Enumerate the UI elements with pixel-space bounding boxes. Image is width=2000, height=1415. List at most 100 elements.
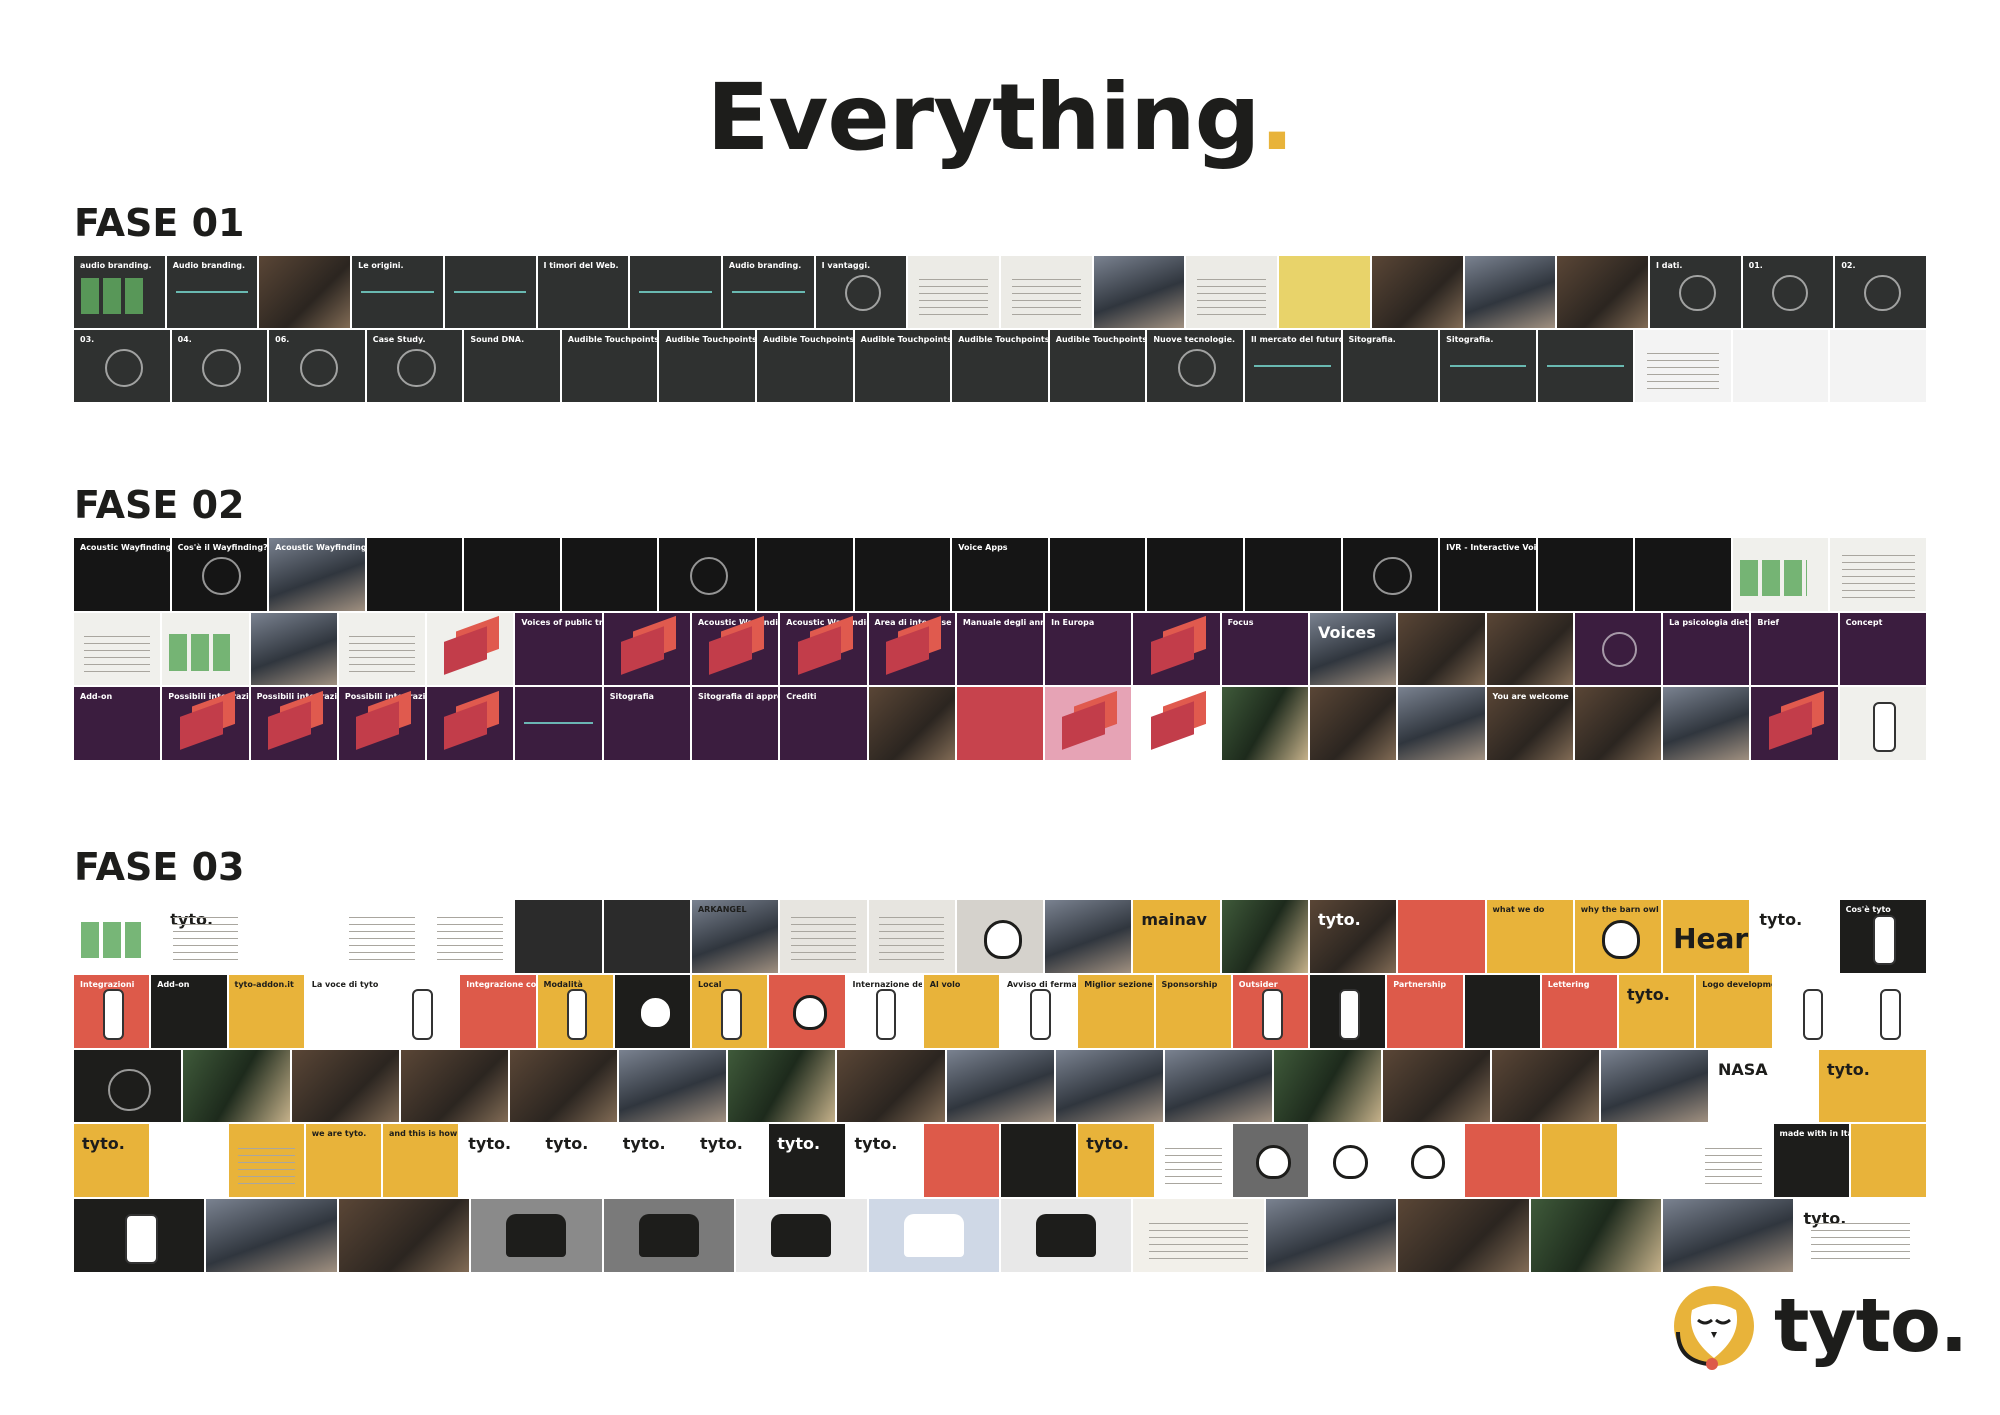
slide-thumbnail: Audible Touchpoints. bbox=[854, 330, 951, 402]
slide-thumbnail: Audio branding. bbox=[722, 256, 814, 328]
slide-thumbnail-label: Local bbox=[698, 979, 722, 989]
slide-thumbnail-label: Possibili integrazioni bbox=[168, 692, 249, 702]
slide-thumbnail: tyto. bbox=[614, 1124, 690, 1198]
slide-thumbnail bbox=[1221, 687, 1308, 761]
slide-thumbnail bbox=[74, 900, 161, 973]
slide-thumbnail bbox=[259, 256, 351, 328]
slide-thumbnail-label: tyto. bbox=[777, 1134, 821, 1154]
slide-thumbnail bbox=[956, 900, 1044, 973]
slide-thumbnail: 06. bbox=[269, 330, 365, 402]
slide-thumbnail bbox=[1309, 687, 1397, 761]
slide-thumbnail: Audible Touchpoints. bbox=[952, 330, 1048, 402]
slide-thumbnail bbox=[1574, 687, 1662, 761]
slide-thumbnail-label: You are welcome bbox=[1492, 692, 1569, 702]
slide-thumbnail-label: tyto. bbox=[1759, 910, 1803, 929]
slide-thumbnail-label: NASA bbox=[1717, 1059, 1768, 1079]
slide-thumbnail-label: I timori del Web. bbox=[543, 261, 619, 270]
slide-thumbnail bbox=[1164, 1049, 1272, 1123]
slide-thumbnail bbox=[908, 256, 1000, 328]
phase-02-strip: Acoustic Wayfinding Cos'è il Wayfinding? A… bbox=[74, 538, 1926, 761]
slide-thumbnail: I vantaggi. bbox=[815, 256, 907, 328]
slide-thumbnail-label: Al volo bbox=[929, 979, 961, 989]
slide-thumbnail-label: 01. bbox=[1748, 261, 1763, 270]
slide-thumbnail bbox=[614, 974, 690, 1048]
slide-thumbnail: Cos'è tyto bbox=[1839, 900, 1926, 973]
slide-thumbnail bbox=[1696, 1124, 1772, 1198]
slide-thumbnail bbox=[1663, 687, 1750, 761]
slide-thumbnail: Outsider bbox=[1232, 974, 1308, 1048]
thumbnail-row: Integrazioni Add-on tyto-addon.it La voce d… bbox=[74, 974, 1926, 1048]
slide-thumbnail: we are tyto. bbox=[305, 1124, 381, 1198]
slide-thumbnail-label: tyto. bbox=[700, 1134, 743, 1154]
slide-thumbnail: Brief bbox=[1751, 612, 1838, 686]
slide-thumbnail bbox=[603, 612, 690, 686]
slide-thumbnail bbox=[1049, 538, 1146, 611]
phase-label-01: FASE 01 bbox=[74, 201, 245, 245]
slide-thumbnail: NASA bbox=[1709, 1049, 1817, 1123]
slide-thumbnail bbox=[1663, 1199, 1794, 1272]
slide-thumbnail-label: Concept bbox=[1845, 617, 1883, 627]
slide-thumbnail bbox=[1464, 974, 1540, 1048]
slide-thumbnail-label: Acoustic Wayfinding bbox=[275, 543, 365, 552]
slide-thumbnail: Voices bbox=[1309, 612, 1397, 686]
slide-thumbnail: I timori del Web. bbox=[537, 256, 629, 328]
slide-thumbnail bbox=[1371, 256, 1463, 328]
slide-thumbnail-label: and this is how we look like. bbox=[389, 1129, 458, 1139]
slide-thumbnail bbox=[515, 687, 602, 761]
slide-thumbnail-label: Audible Touchpoints. bbox=[1055, 335, 1146, 344]
slide-thumbnail: mainav bbox=[1133, 900, 1220, 973]
slide-thumbnail-label: I vantaggi. bbox=[821, 261, 871, 270]
slide-thumbnail-label: Area di interesse bbox=[874, 617, 952, 627]
slide-thumbnail-label: Audible Touchpoints. bbox=[958, 335, 1048, 344]
slide-thumbnail-label: Miglior sezione bbox=[1084, 979, 1153, 989]
slide-thumbnail bbox=[1310, 1124, 1386, 1198]
slide-thumbnail bbox=[1398, 687, 1485, 761]
slide-thumbnail: Case Study. bbox=[366, 330, 463, 402]
slide-thumbnail-label: Sitografia. bbox=[1446, 335, 1494, 344]
slide-thumbnail: tyto. bbox=[1078, 1124, 1154, 1198]
slide-thumbnail-label: mainav bbox=[1141, 910, 1207, 929]
slide-thumbnail: Audible Touchpoints. bbox=[659, 330, 756, 402]
slide-thumbnail: tyto. bbox=[1309, 900, 1397, 973]
slide-thumbnail-label: Sitografia. bbox=[1348, 335, 1396, 344]
slide-thumbnail bbox=[1221, 900, 1308, 973]
slide-thumbnail-label: Audible Touchpoints. bbox=[763, 335, 853, 344]
slide-thumbnail bbox=[444, 256, 536, 328]
slide-thumbnail-label: Voices bbox=[1317, 622, 1376, 642]
slide-thumbnail: Possibili integrazioni bbox=[338, 687, 426, 761]
slide-thumbnail-label: Case Study. bbox=[372, 335, 426, 344]
tyto-logo: tyto. bbox=[1668, 1280, 1968, 1372]
slide-thumbnail bbox=[1147, 538, 1243, 611]
slide-thumbnail: tyto. bbox=[1795, 1199, 1926, 1272]
slide-thumbnail bbox=[868, 687, 955, 761]
slide-thumbnail-label: Add-on bbox=[157, 979, 190, 989]
slide-thumbnail-label: Brief bbox=[1757, 617, 1780, 627]
slide-thumbnail-label: Sound DNA. bbox=[470, 335, 525, 344]
slide-thumbnail bbox=[206, 1199, 337, 1272]
slide-thumbnail bbox=[1574, 612, 1662, 686]
slide-thumbnail bbox=[1001, 256, 1092, 328]
slide-thumbnail bbox=[464, 538, 560, 611]
thumbnail-row: Acoustic Wayfinding Cos'è il Wayfinding? A… bbox=[74, 538, 1926, 611]
slide-thumbnail-label: Voices of public transportation bbox=[521, 617, 602, 627]
thumbnail-row: Voices of public transportation Acoustic … bbox=[74, 612, 1926, 686]
slide-thumbnail bbox=[515, 900, 602, 973]
slide-thumbnail-label: we are tyto. bbox=[311, 1129, 367, 1139]
slide-thumbnail: Il mercato del futuro. bbox=[1244, 330, 1341, 402]
slide-thumbnail-label: Cos'è il Wayfinding? bbox=[177, 543, 268, 552]
slide-thumbnail bbox=[1000, 1199, 1132, 1272]
slide-thumbnail bbox=[338, 900, 426, 973]
slide-thumbnail bbox=[854, 538, 951, 611]
slide-thumbnail-label: tyto. bbox=[1317, 910, 1361, 929]
slide-thumbnail-label: Possibili integrazioni bbox=[344, 692, 426, 702]
slide-thumbnail-label: Partnership bbox=[1393, 979, 1447, 989]
slide-thumbnail-label: made with in Italy bbox=[1779, 1129, 1849, 1139]
slide-thumbnail: In Europa bbox=[1045, 612, 1132, 686]
slide-thumbnail: Area di interesse bbox=[868, 612, 955, 686]
slide-thumbnail: tyto. bbox=[74, 1124, 150, 1198]
slide-thumbnail: tyto. bbox=[460, 1124, 536, 1198]
slide-thumbnail-label: Logo development bbox=[1702, 979, 1771, 989]
phase-03-strip: tyto. ARKANGEL mainav tyto. what we do why th… bbox=[74, 900, 1927, 1272]
slide-thumbnail bbox=[338, 612, 426, 686]
slide-thumbnail-label: Le origini. bbox=[358, 261, 404, 270]
